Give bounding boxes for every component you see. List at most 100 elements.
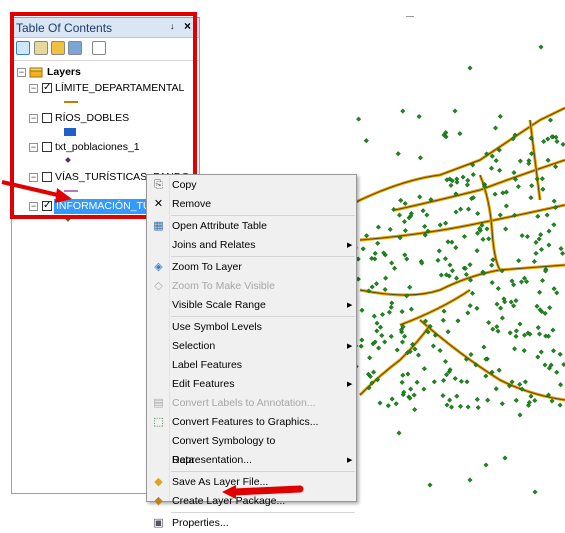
menu-item-convert-labels-to-annotation[interactable]: ▤ Convert Labels to Annotation...: [147, 394, 356, 413]
map-point: [460, 174, 466, 180]
map-point: [394, 347, 400, 353]
map-point: [453, 275, 460, 281]
map-point: [455, 318, 461, 324]
submenu-arrow-icon: ▶: [347, 242, 353, 249]
map-point: [437, 222, 443, 228]
map-point: [485, 397, 491, 403]
map-point: [435, 257, 441, 263]
map-point: [503, 203, 509, 209]
graphics-icon: ⬚: [153, 416, 164, 428]
map-point: [399, 339, 406, 345]
menu-item-use-symbol-levels[interactable]: Use Symbol Levels: [147, 318, 356, 337]
map-point: [535, 213, 541, 219]
map-point: [388, 304, 394, 310]
map-point: [442, 358, 449, 365]
map-point: [379, 311, 386, 318]
menu-item-remove[interactable]: ✕ Remove: [147, 195, 356, 214]
map-point: [467, 262, 473, 268]
menu-item-label: Data: [172, 454, 195, 466]
map-point: [458, 206, 464, 212]
map-point: [411, 392, 417, 398]
menu-item-properties[interactable]: ▣ Properties...: [147, 514, 356, 533]
map-point: [469, 290, 476, 296]
map-point: [495, 285, 501, 292]
map-point: [420, 208, 426, 214]
map-point: [369, 284, 375, 290]
map-point: [436, 248, 442, 254]
map-point: [528, 195, 534, 201]
map-point: [538, 232, 544, 238]
map-point: [500, 190, 506, 196]
boundary-line: [349, 107, 565, 206]
map-point: [475, 404, 481, 411]
map-point: [431, 379, 437, 385]
map-point: [517, 412, 523, 418]
map-point: [402, 333, 408, 339]
menu-item-label: Selection: [172, 340, 216, 352]
map-point: [498, 305, 504, 311]
map-point: [474, 305, 480, 311]
submenu-arrow-icon: ▶: [347, 302, 353, 309]
map-point: [438, 272, 444, 278]
map-point: [554, 138, 560, 145]
map-point: [557, 402, 563, 408]
menu-item-data[interactable]: Data ▶: [147, 451, 356, 470]
map-point: [554, 290, 560, 296]
copy-icon: ⎘: [154, 179, 163, 191]
menu-item-convert-symbology-to-representation[interactable]: Convert Symbology to Representation...: [147, 432, 356, 466]
menu-item-joins-and-relates[interactable]: Joins and Relates ▶: [147, 236, 356, 255]
map-point: [388, 333, 394, 339]
map-point: [374, 328, 380, 334]
map-point: [407, 284, 413, 290]
map-point: [448, 404, 455, 410]
map-point: [401, 219, 408, 225]
menu-item-copy[interactable]: ⎘ Copy: [147, 176, 356, 195]
map-point: [421, 386, 427, 392]
menu-item-zoom-to-make-visible[interactable]: ◇ Zoom To Make Visible: [147, 277, 356, 296]
map-point: [371, 313, 377, 319]
menu-item-convert-features-to-graphics[interactable]: ⬚ Convert Features to Graphics...: [147, 413, 356, 432]
map-point: [416, 113, 422, 120]
map-point: [538, 349, 544, 355]
map-point: [489, 280, 495, 286]
map-top-dash: [406, 16, 414, 17]
menu-item-zoom-to-layer[interactable]: ◈ Zoom To Layer: [147, 258, 356, 277]
map-point: [402, 200, 408, 207]
map-point: [550, 327, 556, 333]
table-icon: ▦: [153, 220, 164, 232]
menu-item-label-features[interactable]: Label Features: [147, 356, 356, 375]
map-point: [489, 262, 495, 268]
map-point: [369, 255, 375, 261]
map-point: [385, 403, 391, 409]
map-point: [400, 108, 406, 114]
map-point: [545, 157, 551, 163]
map-point: [424, 212, 430, 218]
menu-item-selection[interactable]: Selection ▶: [147, 337, 356, 356]
map-point: [373, 281, 380, 287]
map-point: [467, 303, 473, 309]
map-point: [364, 233, 370, 239]
map-point: [417, 194, 423, 200]
map-point: [494, 301, 500, 307]
map-point: [445, 239, 451, 245]
menu-item-label: Zoom To Layer: [172, 261, 242, 273]
map-point: [398, 197, 404, 203]
annotation-icon: ▤: [153, 397, 164, 409]
map-point: [547, 305, 553, 311]
map-point: [358, 343, 364, 349]
map-point: [448, 182, 454, 188]
map-point: [400, 372, 406, 378]
map-point: [383, 275, 389, 281]
map-point: [546, 228, 552, 234]
menu-item-edit-features[interactable]: Edit Features ▶: [147, 375, 356, 394]
menu-item-open-attribute-table[interactable]: ▦ Open Attribute Table: [147, 217, 356, 236]
menu-item-visible-scale-range[interactable]: Visible Scale Range ▶: [147, 296, 356, 315]
map-point: [389, 260, 395, 266]
zoom-visible-icon: ◇: [154, 280, 163, 292]
map-point: [454, 393, 460, 399]
map-point: [492, 191, 498, 197]
map-point: [445, 329, 451, 335]
map-point: [560, 250, 565, 256]
map-point: [382, 339, 388, 345]
map-point: [488, 165, 495, 171]
